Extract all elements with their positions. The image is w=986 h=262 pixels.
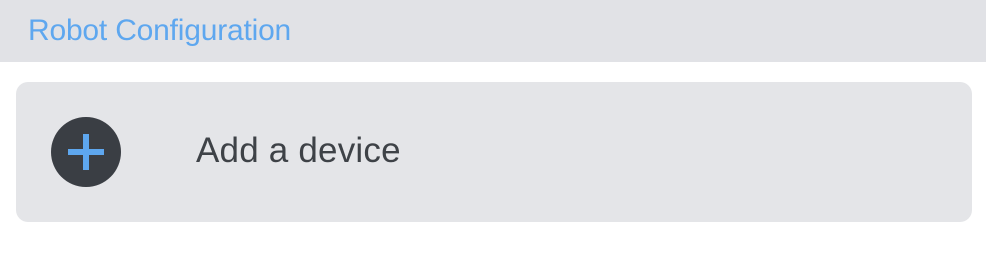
add-device-label: Add a device <box>196 131 401 170</box>
section-header: Robot Configuration <box>0 0 986 62</box>
plus-icon <box>51 117 121 187</box>
robot-configuration-page: Robot Configuration Add a device <box>0 0 986 262</box>
plus-icon-glyph <box>68 134 104 170</box>
add-device-button[interactable]: Add a device <box>16 82 972 222</box>
section-title: Robot Configuration <box>28 14 292 47</box>
